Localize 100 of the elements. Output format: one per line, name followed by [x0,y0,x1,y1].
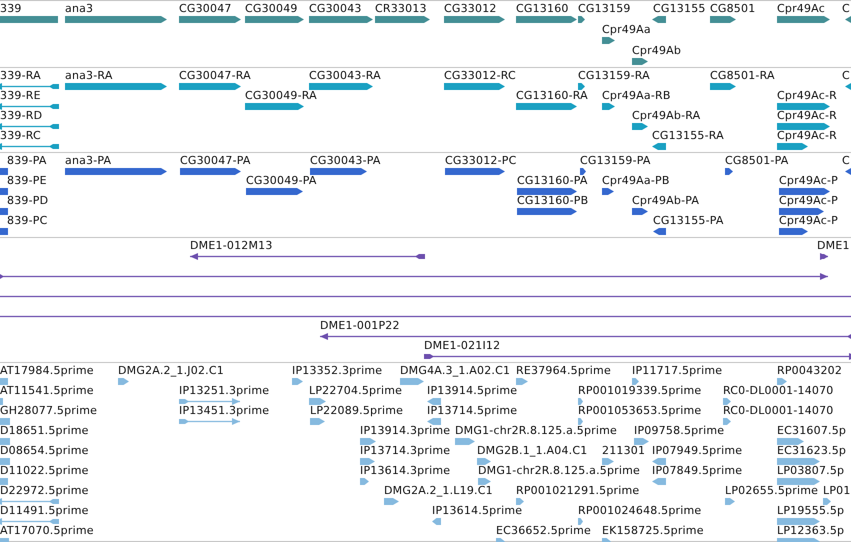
feature-label: Cpr49Ac-P [779,194,838,207]
feature-label: CG8501-PA [725,154,788,167]
feature-label: IP07849.5prime [652,464,742,477]
feature-label: EK158725.5prime [602,524,704,537]
feature-label: IP13352.3prime [292,364,382,377]
feature-label: D11491.5prime [0,504,89,517]
feature-label: EC31607.5p [777,424,846,437]
feature-label: DMG4A.3_1.A02.C1 [400,364,510,377]
feature-label: IP11717.5prime [632,364,722,377]
feature-label: IP09758.5prime [634,424,724,437]
feature-label: EC36652.5prime [496,524,591,537]
feature-label: CG30049-PA [246,174,317,187]
feature-label: CG13155 [653,2,706,15]
feature-label: C [842,69,850,82]
feature-label: 339 [0,2,22,15]
feature-label: 339-RD [0,109,42,122]
feature-label: LP22704.5prime [309,384,402,397]
feature-label: Cpr49Ab [632,44,682,57]
feature-label: CG33012 [444,2,497,15]
feature-label: LP03807.5p [777,464,844,477]
feature-label: IP13914.5prime [427,384,518,397]
feature-label: CG30047-PA [180,154,251,167]
feature-label: LP01 [823,484,851,497]
feature-label: LP19555.5p [777,504,844,517]
feature-label: ana3-RA [65,69,113,82]
feature-label: DME1-021I12 [424,339,500,352]
feature-label: Cpr49Aa-RB [602,89,671,102]
feature-label: AT17984.5prime [0,364,94,377]
feature-label: ana3-PA [65,154,112,167]
feature-label: CG13159 [578,2,631,15]
feature-label: CG13155-PA [653,214,724,227]
feature-label: RP0043202 [777,364,842,377]
feature-label: IP13251.3prime [179,384,270,397]
feature-label: CG13160 [516,2,569,15]
feature-label: ana3 [65,2,94,15]
feature-label: RP001024648.5prime [578,504,702,517]
feature-label: 839-PE [7,174,47,187]
feature-label: AT17070.5prime [0,524,94,537]
feature-label: CG8501-RA [710,69,775,82]
feature-label: DMG2A.2_1.J02.C1 [118,364,224,377]
feature-label: CG13160-RA [516,89,588,102]
feature-label: CG30047-RA [179,69,251,82]
feature-label: RP001019339.5prime [578,384,702,397]
feature-label: IP13914.3prime [360,424,450,437]
feature-label: GH28077.5prime [0,404,98,417]
feature-label: IP13614.5prime [432,504,522,517]
feature-label: 839-PC [7,214,48,227]
feature-label: DMG2B.1_1.A04.C1 [477,444,588,457]
feature-label: C [842,2,850,15]
feature-label: DMG1-chr2R.8.125.a.5prime [478,464,640,477]
feature-label: RP001021291.5prime [516,484,640,497]
feature-label: LP12363.5p [777,524,844,537]
feature-label: D11022.5prime [0,464,89,477]
feature-label: 339-RC [0,129,41,142]
feature-label: CG30043-PA [310,154,381,167]
feature-label: DME1-001P22 [320,319,400,332]
feature-label: Cpr49Ac [777,2,825,15]
feature-label: CG13159-PA [580,154,651,167]
feature-label: LP02655.5prime [725,484,818,497]
feature-label: DME1-012M13 [190,239,273,252]
feature-label: RC0-DL0001-14070 [723,404,834,417]
feature-label: CG13160-PB [517,194,588,207]
feature-label: Cpr49Ac-R [777,129,837,142]
feature-label: CG30043 [309,2,362,15]
feature-label: Cpr49Ab-RA [632,109,700,122]
feature-label: IP13714.3prime [360,444,450,457]
feature-label: Cpr49Aa [602,23,651,36]
feature-label: Cpr49Ac-P [779,214,838,227]
feature-label: CG33012-RC [444,69,516,82]
feature-label: CG33012-PC [445,154,516,167]
feature-label: IP13714.5prime [427,404,518,417]
feature-label: 211301 [602,444,646,457]
feature-label: CG30047 [179,2,232,15]
feature-label: Cpr49Ab-PA [632,194,700,207]
feature-label: RC0-DL0001-14070 [723,384,834,397]
feature-label: 839-PD [7,194,48,207]
feature-label: Cpr49Ac-R [777,89,837,102]
feature-label: RE37964.5prime [516,364,611,377]
feature-label: IP13614.3prime [360,464,450,477]
feature-label: CG30043-RA [309,69,381,82]
feature-label: DME1 [817,239,850,252]
feature-label: CG13159-RA [578,69,650,82]
feature-label: 839-PA [7,154,47,167]
feature-label: 339-RA [0,69,41,82]
feature-label: RP001053653.5prime [578,404,702,417]
feature-label: Cpr49Ac-P [779,174,838,187]
feature-label: CG13160-PA [517,174,588,187]
feature-label: DMG1-chr2R.8.125.a.5prime [455,424,618,437]
feature-label: C [842,154,850,167]
feature-label: CG30049 [245,2,298,15]
feature-label: Cpr49Aa-PB [602,174,670,187]
feature-label: DMG2A.2_1.L19.C1 [384,484,493,497]
feature-label: CG8501 [710,2,756,15]
feature-label: D22972.5prime [0,484,89,497]
feature-label: IP13451.3prime [179,404,270,417]
feature-label: CG30049-RA [245,89,317,102]
feature-label: LP22089.5prime [310,404,404,417]
feature-label: D08654.5prime [0,444,89,457]
feature-label: 339-RE [0,89,41,102]
feature-label: EC31623.5p [777,444,846,457]
